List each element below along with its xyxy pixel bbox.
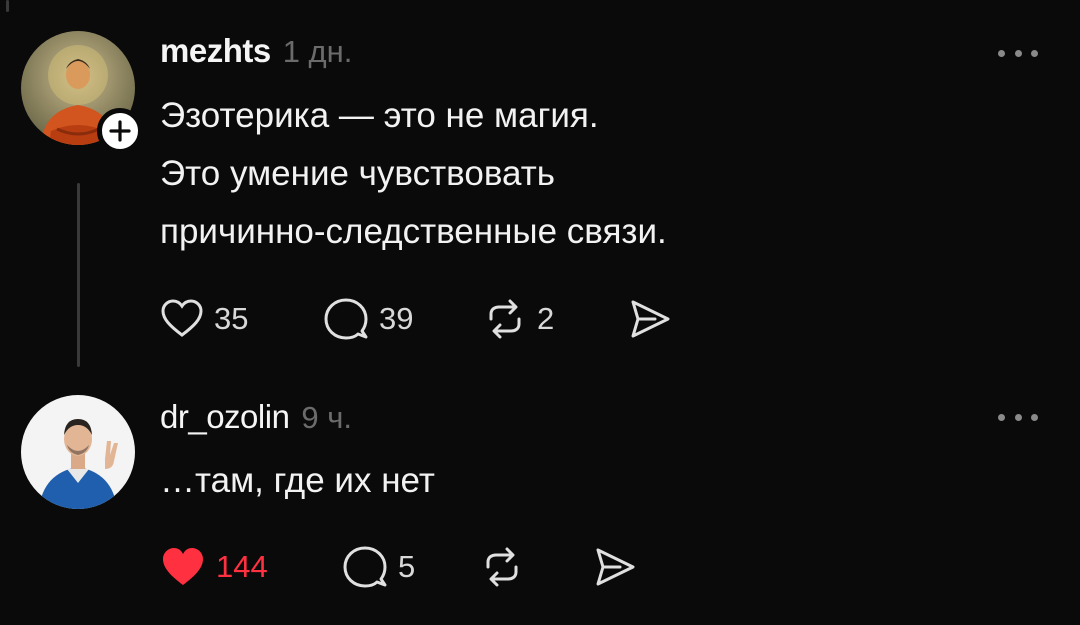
comment-button[interactable]: 5 bbox=[342, 544, 480, 590]
post-text-line: Эзотерика — это не магия. bbox=[160, 96, 599, 135]
post-text: …там, где их нет bbox=[160, 452, 435, 510]
thread-connector bbox=[77, 183, 80, 367]
repost-button[interactable] bbox=[480, 545, 592, 589]
post-header: dr_ozolin 9 ч. bbox=[160, 398, 352, 436]
repost-count: 2 bbox=[537, 301, 555, 336]
timestamp: 1 дн. bbox=[282, 34, 353, 69]
heart-icon bbox=[163, 548, 203, 585]
post-text: Эзотерика — это не магия. Это умение чув… bbox=[160, 87, 667, 261]
thread-connector-top bbox=[6, 0, 9, 12]
post-text-line: …там, где их нет bbox=[160, 461, 435, 500]
plus-icon bbox=[109, 120, 131, 142]
comment-button[interactable]: 39 bbox=[323, 296, 483, 342]
repost-icon bbox=[489, 299, 521, 339]
heart-icon bbox=[161, 299, 203, 337]
repost-icon bbox=[486, 547, 518, 587]
comment-count: 39 bbox=[379, 301, 414, 336]
post-text-line: Это умение чувствовать bbox=[160, 154, 555, 193]
post-actions: 35 39 2 bbox=[160, 296, 673, 342]
timestamp: 9 ч. bbox=[301, 400, 353, 435]
follow-button[interactable] bbox=[97, 108, 143, 154]
share-button[interactable] bbox=[592, 544, 638, 590]
post-text-line: причинно-следственные связи. bbox=[160, 212, 667, 251]
repost-button[interactable]: 2 bbox=[483, 297, 627, 341]
more-icon[interactable] bbox=[998, 411, 1038, 423]
like-count: 144 bbox=[216, 549, 268, 584]
share-button[interactable] bbox=[627, 296, 673, 342]
comment-count: 5 bbox=[398, 549, 416, 584]
post-header: mezhts 1 дн. bbox=[160, 32, 352, 70]
like-count: 35 bbox=[214, 301, 249, 336]
speech-bubble-icon bbox=[343, 546, 387, 588]
username[interactable]: mezhts bbox=[160, 32, 271, 70]
username[interactable]: dr_ozolin bbox=[160, 398, 290, 436]
send-icon bbox=[631, 300, 670, 338]
avatar[interactable] bbox=[21, 395, 135, 509]
post-actions: 144 5 bbox=[160, 544, 638, 590]
speech-bubble-icon bbox=[324, 298, 368, 340]
send-icon bbox=[596, 548, 635, 586]
more-icon[interactable] bbox=[998, 47, 1038, 59]
like-button[interactable]: 35 bbox=[160, 297, 323, 341]
like-button[interactable]: 144 bbox=[160, 545, 342, 589]
